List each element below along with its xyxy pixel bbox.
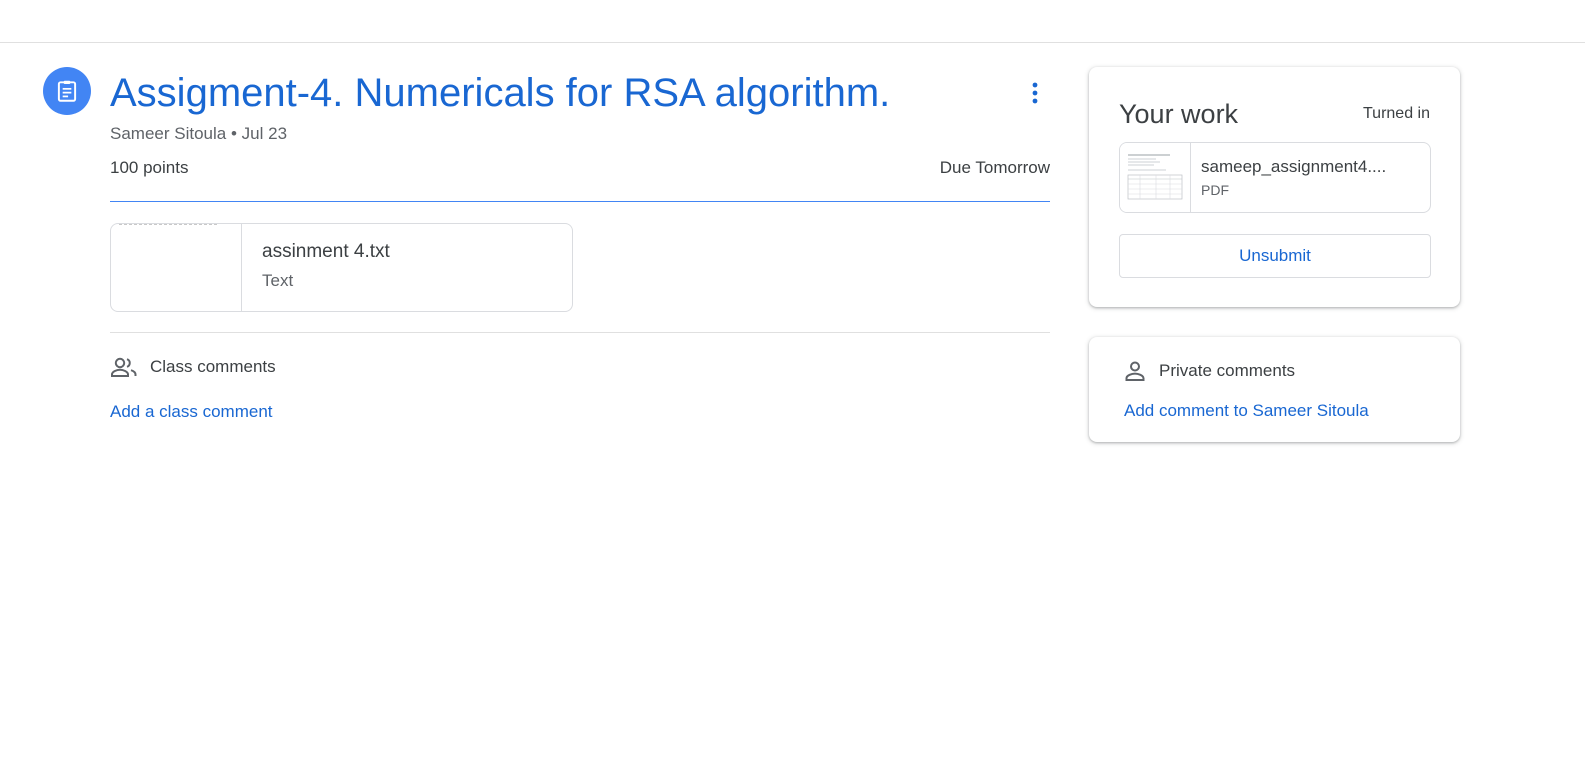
class-comments-header: Class comments <box>110 355 276 379</box>
more-options-button[interactable] <box>1018 76 1052 110</box>
points-label: 100 points <box>110 158 189 177</box>
attachment-thumbnail <box>111 224 242 311</box>
header-divider <box>110 201 1050 202</box>
attachment-name: assinment 4.txt <box>262 241 390 262</box>
person-icon <box>1125 361 1145 381</box>
submitted-file-name: sameep_assignment4.... <box>1201 157 1387 176</box>
more-vert-icon <box>1032 82 1038 104</box>
pdf-thumbnail <box>1120 143 1191 212</box>
attachment-type: Text <box>262 271 294 290</box>
attachment-card[interactable]: assinment 4.txt Text <box>110 223 573 312</box>
meta-separator: • <box>230 124 237 143</box>
your-work-title: Your work <box>1119 99 1239 129</box>
author-name: Sameer Sitoula <box>110 124 227 143</box>
people-icon <box>111 357 137 377</box>
assignment-icon <box>43 67 91 115</box>
class-comments-label: Class comments <box>150 357 276 376</box>
private-comments-header: Private comments <box>1123 359 1295 383</box>
comments-divider <box>110 332 1050 333</box>
top-bar <box>0 0 1585 43</box>
private-comments-card: Private comments Add comment to Sameer S… <box>1089 337 1460 442</box>
add-private-comment-link[interactable]: Add comment to Sameer Sitoula <box>1124 401 1369 421</box>
work-status: Turned in <box>1363 105 1430 122</box>
add-class-comment-link[interactable]: Add a class comment <box>110 402 273 422</box>
submitted-file[interactable]: sameep_assignment4.... PDF <box>1119 142 1431 213</box>
due-date: Due Tomorrow <box>939 158 1050 177</box>
clipboard-icon <box>57 80 77 102</box>
private-comments-label: Private comments <box>1159 361 1296 380</box>
post-date: Jul 23 <box>241 124 288 143</box>
submitted-file-type: PDF <box>1201 182 1229 198</box>
page-title: Assigment-4. Numericals for RSA algorith… <box>110 71 891 115</box>
your-work-card: Your work Turned in sameep_assignment4..… <box>1089 67 1460 307</box>
document-preview-icon <box>1127 154 1183 200</box>
unsubmit-button[interactable]: Unsubmit <box>1119 234 1431 278</box>
assignment-meta: Sameer Sitoula • Jul 23 <box>110 124 287 144</box>
